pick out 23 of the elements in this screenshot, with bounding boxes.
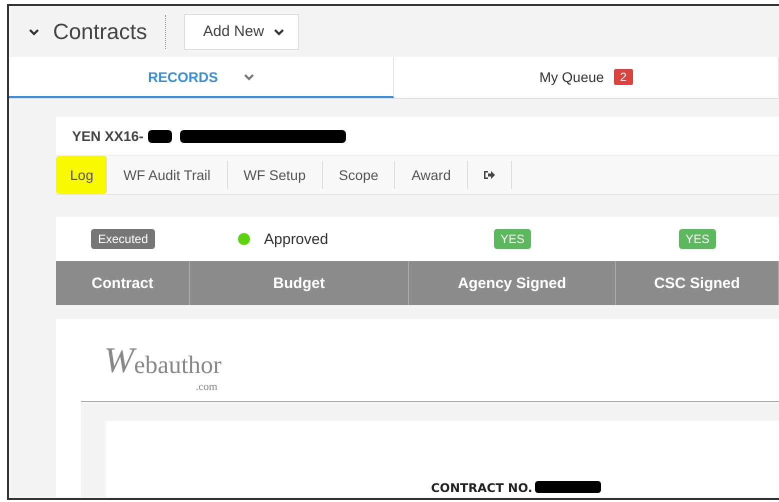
column-header: Contract (56, 261, 190, 305)
subtab[interactable]: Award (395, 161, 468, 189)
subtab[interactable]: WF Audit Trail (107, 161, 228, 189)
exit-icon (484, 170, 495, 180)
caret-icon (274, 28, 284, 36)
add-new-button[interactable]: Add New (184, 14, 300, 50)
status-tag: Executed (90, 229, 156, 249)
subtab[interactable]: Scope (322, 161, 396, 189)
count-badge: 2 (614, 68, 633, 84)
tab[interactable]: My Queue 2 (394, 57, 779, 98)
page-title: Contracts (53, 18, 148, 44)
record-title: YEN XX16- (72, 128, 144, 144)
subtab[interactable]: Log (56, 156, 108, 194)
contract-number-label: CONTRACT NO. (431, 481, 532, 495)
column-header: Budget (190, 261, 409, 305)
column-header: CSC Signed (616, 261, 779, 305)
yes-badge: YES (494, 229, 530, 249)
subtab[interactable]: WF Setup (228, 161, 323, 189)
collapse-icon (29, 28, 39, 36)
approval-status: Approved (264, 230, 328, 248)
yes-badge: YES (679, 229, 716, 249)
column-header: Agency Signed (409, 261, 616, 305)
webauthor-logo: Webauthor .com (104, 338, 222, 395)
